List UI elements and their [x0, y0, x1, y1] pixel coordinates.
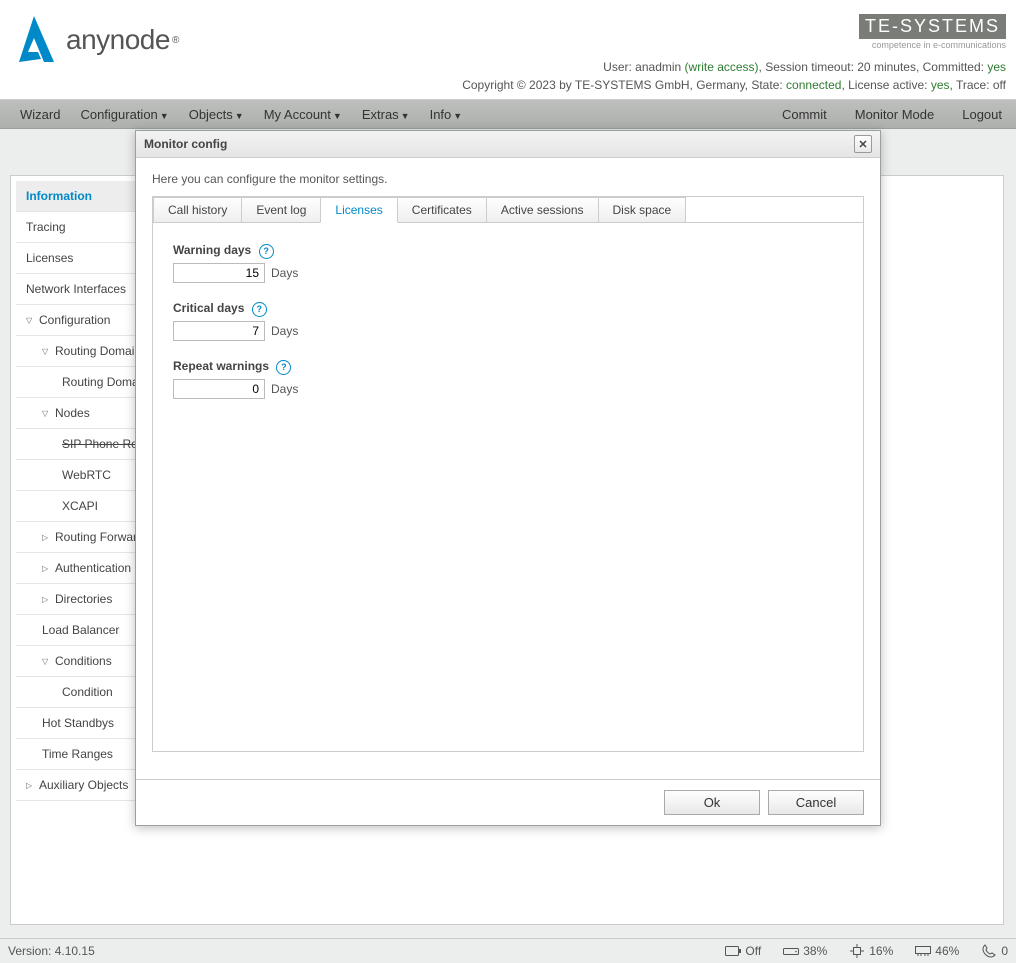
tab-call-history[interactable]: Call history: [153, 197, 242, 222]
tab-event-log[interactable]: Event log: [241, 197, 321, 222]
dialog-content-licenses: Warning days ? Days Critical days ?: [153, 222, 863, 437]
dialog-title: Monitor config: [144, 137, 227, 151]
menu-extras[interactable]: Extras▼: [352, 101, 420, 128]
tab-licenses[interactable]: Licenses: [320, 197, 397, 223]
statusbar: Version: 4.10.15 Off 38% 16% 46%: [0, 938, 1016, 963]
sidebar-item-label: Licenses: [26, 251, 73, 265]
caret-down-icon: ▼: [235, 111, 244, 121]
menu-configuration[interactable]: Configuration▼: [70, 101, 178, 128]
help-icon[interactable]: ?: [276, 360, 291, 375]
status-disk: 38%: [783, 944, 827, 958]
critical-days-input[interactable]: [173, 321, 265, 341]
chevron-right-icon: ▷: [42, 533, 52, 542]
caret-down-icon: ▼: [333, 111, 342, 121]
chevron-down-icon: ▽: [26, 316, 36, 325]
menubar: Wizard Configuration▼ Objects▼ My Accoun…: [0, 100, 1016, 129]
dialog-footer: Ok Cancel: [136, 779, 880, 825]
sidebar-item-label: Configuration: [39, 313, 110, 327]
sidebar-item-label: Load Balancer: [42, 623, 119, 637]
sidebar-item-label: Information: [26, 189, 92, 203]
status-battery: Off: [725, 944, 761, 958]
status-line-user: User: anadmin (write access), Session ti…: [603, 60, 1006, 74]
cpu-icon: [849, 945, 865, 957]
close-button[interactable]: ✕: [854, 135, 872, 153]
sidebar-item-label: Conditions: [55, 654, 112, 668]
brand-logo: anynode ®: [10, 14, 179, 66]
brand-name: anynode: [66, 24, 170, 56]
unit-label: Days: [271, 324, 298, 338]
sidebar-item-label: XCAPI: [62, 499, 98, 513]
status-line-copyright: Copyright © 2023 by TE-SYSTEMS GmbH, Ger…: [462, 78, 1006, 92]
menu-monitor-mode[interactable]: Monitor Mode: [841, 101, 948, 128]
menu-info[interactable]: Info▼: [420, 101, 473, 128]
sidebar-item-label: Condition: [62, 685, 113, 699]
ok-button[interactable]: Ok: [664, 790, 760, 815]
help-icon[interactable]: ?: [259, 244, 274, 259]
chevron-down-icon: ▽: [42, 409, 52, 418]
unit-label: Days: [271, 266, 298, 280]
registered-mark: ®: [172, 35, 179, 46]
phone-icon: [981, 945, 997, 957]
monitor-config-dialog: Monitor config ✕ Here you can configure …: [135, 130, 881, 826]
sidebar-item-label: Tracing: [26, 220, 66, 234]
vendor-tagline: competence in e-communications: [859, 40, 1006, 50]
warning-days-label: Warning days ?: [173, 243, 843, 259]
menu-wizard[interactable]: Wizard: [10, 101, 70, 128]
menu-my-account[interactable]: My Account▼: [254, 101, 352, 128]
unit-label: Days: [271, 382, 298, 396]
sidebar-item-label: Auxiliary Objects: [39, 778, 128, 792]
sidebar-item-label: Network Interfaces: [26, 282, 126, 296]
sidebar-item-label: Routing Domains: [55, 344, 147, 358]
help-icon[interactable]: ?: [252, 302, 267, 317]
chevron-right-icon: ▷: [26, 781, 36, 790]
anynode-logo-icon: [10, 14, 58, 66]
status-cpu: 16%: [849, 944, 893, 958]
header: anynode ® TE-SYSTEMS competence in e-com…: [0, 0, 1016, 100]
cancel-button[interactable]: Cancel: [768, 790, 864, 815]
menu-logout[interactable]: Logout: [948, 101, 1016, 128]
status-calls: 0: [981, 944, 1008, 958]
sidebar-item-label: Authentication: [55, 561, 131, 575]
disk-icon: [783, 945, 799, 957]
dialog-titlebar: Monitor config ✕: [136, 131, 880, 158]
dialog-description: Here you can configure the monitor setti…: [152, 172, 864, 186]
tab-disk-space[interactable]: Disk space: [598, 197, 687, 222]
caret-down-icon: ▼: [160, 111, 169, 121]
repeat-warnings-label: Repeat warnings ?: [173, 359, 843, 375]
status-memory: 46%: [915, 944, 959, 958]
tab-active-sessions[interactable]: Active sessions: [486, 197, 599, 222]
chevron-right-icon: ▷: [42, 564, 52, 573]
chevron-down-icon: ▽: [42, 657, 52, 666]
sidebar-item-label: Directories: [55, 592, 112, 606]
repeat-warnings-input[interactable]: [173, 379, 265, 399]
vendor-block: TE-SYSTEMS competence in e-communication…: [859, 14, 1006, 50]
chevron-down-icon: ▽: [42, 347, 52, 356]
menu-commit[interactable]: Commit: [768, 101, 841, 128]
caret-down-icon: ▼: [453, 111, 462, 121]
menu-objects[interactable]: Objects▼: [179, 101, 254, 128]
sidebar-item-label: Hot Standbys: [42, 716, 114, 730]
battery-icon: [725, 945, 741, 957]
sidebar-item-label: WebRTC: [62, 468, 111, 482]
caret-down-icon: ▼: [401, 111, 410, 121]
chevron-right-icon: ▷: [42, 595, 52, 604]
warning-days-input[interactable]: [173, 263, 265, 283]
memory-icon: [915, 945, 931, 957]
sidebar-item-label: Time Ranges: [42, 747, 113, 761]
close-icon: ✕: [858, 138, 867, 151]
critical-days-label: Critical days ?: [173, 301, 843, 317]
vendor-logo: TE-SYSTEMS: [859, 14, 1006, 39]
tab-certificates[interactable]: Certificates: [397, 197, 487, 222]
sidebar-item-label: Nodes: [55, 406, 90, 420]
version-info: Version: 4.10.15: [8, 944, 95, 958]
dialog-tabs: Call history Event log Licenses Certific…: [153, 197, 863, 222]
